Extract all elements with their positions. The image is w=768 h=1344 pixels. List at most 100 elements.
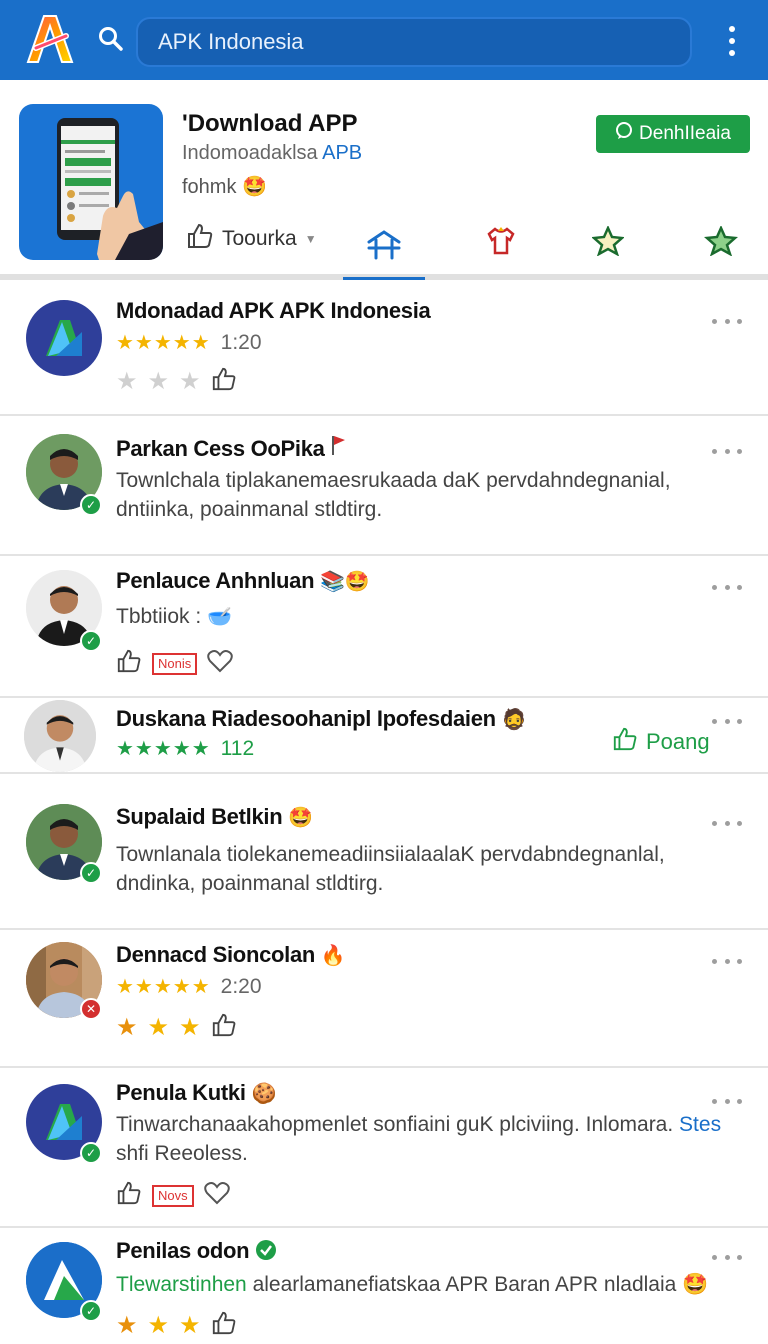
star-filled-icon[interactable]: ★: [116, 1311, 138, 1340]
more-options-icon[interactable]: [712, 446, 742, 456]
star-filled-icon[interactable]: ★: [116, 1013, 138, 1042]
item-title-text: Supalaid Betlkin: [116, 804, 283, 829]
more-options-icon[interactable]: [712, 582, 742, 592]
list-item[interactable]: Mdonadad APK APK Indonesia ★★★★★ 1:20 ★ …: [0, 286, 768, 416]
more-options-icon[interactable]: [712, 1252, 742, 1262]
item-title: Parkan Cess OoPika: [116, 434, 346, 462]
item-title-text: Duskana Riadesoohanipl Ipofesdaien: [116, 706, 496, 731]
overflow-menu-icon[interactable]: [718, 26, 746, 56]
item-title: Penilas odon: [116, 1238, 277, 1264]
rating-stars: ★★★★★: [116, 332, 211, 354]
item-title-text: Penlauce Anhnluan: [116, 568, 315, 593]
rating-line: ★★★★★ 2:20: [116, 974, 262, 999]
list-item[interactable]: ✓ Penlauce Anhnluan 📚🤩 Tbbtiiok : 🥣 Noni…: [0, 556, 768, 698]
star-empty-icon[interactable]: ★: [179, 367, 201, 396]
like-label: Poang: [646, 729, 710, 754]
star-filled-icon[interactable]: ★: [148, 1013, 170, 1042]
star-outline-icon: [591, 224, 625, 261]
more-options-icon[interactable]: [712, 316, 742, 326]
app-title: 'Download APP: [182, 110, 358, 137]
thumbs-up-icon: [612, 726, 638, 758]
star-filled-icon[interactable]: ★: [148, 1311, 170, 1340]
star-green-icon: [704, 224, 738, 261]
thumbs-up-icon[interactable]: [116, 648, 142, 679]
item-description: Townlanala tiolekanemeadiinsiialaalaK pe…: [116, 843, 665, 895]
face-emoji-icon: 🤩: [344, 571, 370, 593]
app-logo-icon[interactable]: [22, 10, 78, 66]
check-circle-icon: [255, 1238, 277, 1263]
search-icon[interactable]: [96, 24, 126, 54]
top-app-bar: [0, 0, 768, 80]
rating-line: ★★★★★ 112: [116, 736, 254, 761]
fire-emoji-icon: 🔥: [320, 945, 346, 967]
app-subtitle-link[interactable]: APB: [322, 142, 362, 164]
thumbs-up-icon[interactable]: [116, 1180, 142, 1211]
verified-badge-icon: ✓: [80, 862, 102, 884]
rating-stars: ★★★★★: [116, 738, 211, 760]
app-header: 'Download APP Indomoadaklsa APB fohmk 🤩 …: [0, 80, 768, 280]
search-input[interactable]: [158, 29, 690, 55]
flag-icon: [330, 436, 346, 461]
item-title-text: Penilas odon: [116, 1238, 250, 1263]
tab-favorite[interactable]: [680, 218, 762, 268]
list-item[interactable]: ✓ Parkan Cess OoPika Townlchala tiplakan…: [0, 416, 768, 556]
verified-badge-icon: ✓: [80, 1142, 102, 1164]
item-title: Penlauce Anhnluan 📚🤩: [116, 568, 370, 594]
more-options-icon[interactable]: [712, 716, 742, 726]
rate-actions: ★ ★ ★: [116, 1310, 237, 1341]
tab-shirt[interactable]: [460, 218, 542, 268]
list-item[interactable]: ✓ Penula Kutki 🍪 Tinwarchanaakahopmenlet…: [0, 1068, 768, 1228]
news-tag[interactable]: Novs: [152, 1184, 194, 1207]
more-options-icon[interactable]: [712, 1096, 742, 1106]
star-empty-icon[interactable]: ★: [116, 367, 138, 396]
cookie-emoji-icon: 🍪: [251, 1083, 277, 1105]
desc-text-2: shfi Reeoless.: [116, 1142, 248, 1165]
heart-icon[interactable]: [207, 649, 233, 678]
thumbs-up-icon: [186, 222, 214, 256]
app-tabs: Toourka ▼: [186, 212, 768, 280]
app-meta: fohmk 🤩: [182, 176, 267, 198]
item-description: Tinwarchanaakahopmenlet sonfiaini guK pl…: [116, 1110, 746, 1168]
thumbs-up-icon[interactable]: [211, 1310, 237, 1341]
item-title: Duskana Riadesoohanipl Ipofesdaien 🧔: [116, 706, 526, 732]
list-item[interactable]: ✓ Penilas odon Tlewarstinhen alearlamane…: [0, 1228, 768, 1344]
more-options-icon[interactable]: [712, 956, 742, 966]
thumbs-up-icon[interactable]: [211, 1012, 237, 1043]
tab-apps[interactable]: [343, 218, 425, 280]
like-button[interactable]: Poang: [612, 726, 710, 758]
item-title-text: Parkan Cess OoPika: [116, 436, 325, 461]
face-emoji-icon: 🤩: [288, 807, 313, 829]
star-filled-icon[interactable]: ★: [179, 1013, 201, 1042]
list-item[interactable]: Duskana Riadesoohanipl Ipofesdaien 🧔 ★★★…: [0, 698, 768, 774]
download-label: DenhIIeaia: [639, 123, 731, 144]
desc-text: alearlamanefiatskaa APR Baran APR nladla…: [246, 1273, 709, 1296]
item-title: Penula Kutki 🍪: [116, 1080, 276, 1106]
tab-like[interactable]: Toourka ▼: [186, 222, 317, 256]
more-options-icon[interactable]: [712, 818, 742, 828]
app-subtitle-text: Indomoadaklsa: [182, 142, 323, 164]
star-filled-icon[interactable]: ★: [179, 1311, 201, 1340]
item-title: Dennacd Sioncolan 🔥: [116, 942, 346, 968]
item-title: Mdonadad APK APK Indonesia: [116, 298, 431, 323]
rating-value: 112: [220, 736, 255, 760]
bowl-emoji-icon: 🥣: [207, 606, 232, 628]
tab-star[interactable]: [567, 218, 649, 268]
rate-actions: ★ ★ ★: [116, 1012, 237, 1043]
avatar: [26, 300, 102, 376]
item-description: Tlewarstinhen alearlamanefiatskaa APR Ba…: [116, 1270, 746, 1299]
desc-link[interactable]: Stes: [679, 1113, 721, 1136]
search-bar[interactable]: [136, 17, 692, 67]
heart-icon[interactable]: [203, 1181, 230, 1210]
news-tag[interactable]: Nonis: [152, 652, 198, 675]
avatar: [24, 700, 96, 772]
star-empty-icon[interactable]: ★: [148, 367, 170, 396]
app-icon[interactable]: [19, 104, 163, 260]
verified-badge-icon: ✓: [80, 1300, 102, 1322]
list-item[interactable]: ✓ Supalaid Betlkin 🤩 Townlanala tiolekan…: [0, 774, 768, 930]
rate-actions: ★ ★ ★: [116, 366, 237, 397]
download-button[interactable]: DenhIIeaia: [596, 115, 750, 153]
list-item[interactable]: ✕ Dennacd Sioncolan 🔥 ★★★★★ 2:20 ★ ★ ★: [0, 930, 768, 1068]
thumbs-up-icon[interactable]: [211, 366, 237, 397]
item-actions: Nonis: [116, 648, 233, 679]
desc-highlight: Tlewarstinhen: [116, 1273, 247, 1296]
